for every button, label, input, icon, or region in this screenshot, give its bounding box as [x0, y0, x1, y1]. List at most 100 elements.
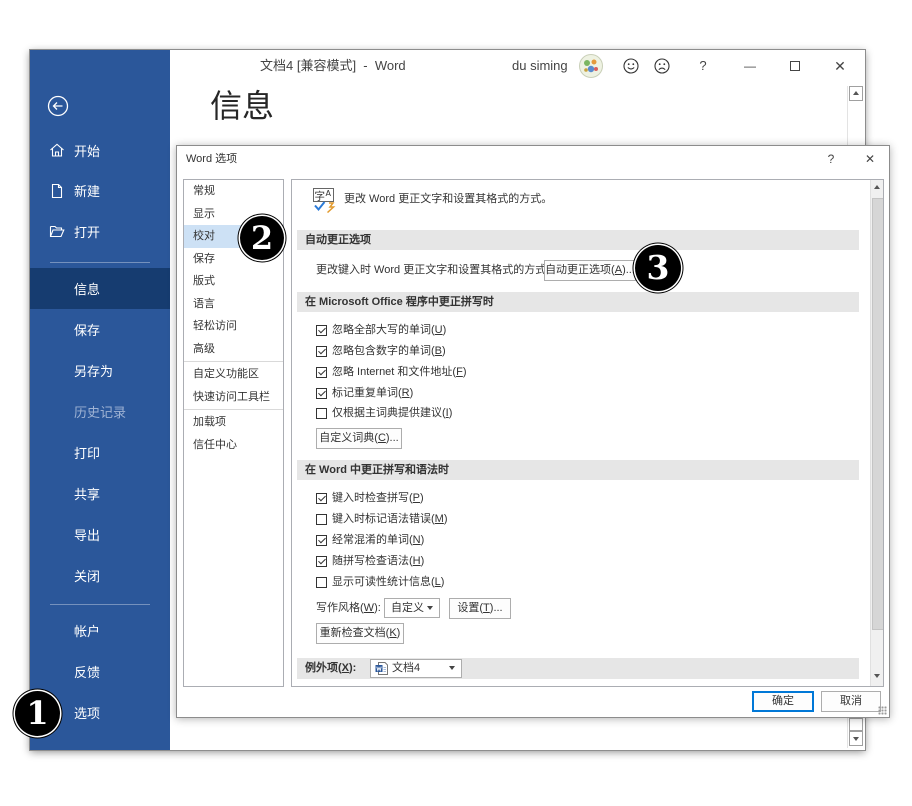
- checkbox-label: 经常混淆的单词(N): [332, 534, 425, 546]
- callout-badge-3: 3: [635, 245, 681, 291]
- dialog-help-button[interactable]: ?: [823, 151, 839, 167]
- options-scrollbar[interactable]: [870, 180, 883, 686]
- option-confused-words[interactable]: 经常混淆的单词(N): [316, 532, 616, 548]
- cancel-button[interactable]: 取消: [821, 691, 881, 712]
- option-flag-repeated-words[interactable]: 标记重复单词(R): [316, 385, 616, 401]
- frown-icon[interactable]: [654, 58, 670, 74]
- backstage-share[interactable]: 共享: [30, 473, 170, 514]
- autocorrect-description: 更改键入时 Word 更正文字和设置其格式的方式:: [316, 264, 550, 276]
- proofing-icon: 字 A: [313, 188, 336, 213]
- window-title: 文档4 [兼容模式] - Word: [260, 58, 406, 73]
- callout-badge-1: 1: [15, 691, 60, 736]
- category-accessibility[interactable]: 轻松访问: [184, 315, 283, 338]
- backstage-sidebar: 开始 新建 打开 信息 保存 另存为 历史记录 打印 共享 导出 关闭 帐户 反…: [30, 50, 170, 750]
- user-name[interactable]: du siming: [512, 58, 568, 74]
- checkbox[interactable]: [316, 407, 327, 419]
- category-language[interactable]: 语言: [184, 293, 283, 316]
- option-main-dictionary-only[interactable]: 仅根据主词典提供建议(I): [316, 405, 616, 421]
- checkbox[interactable]: [316, 345, 327, 357]
- option-check-spelling-as-you-type[interactable]: 键入时检查拼写(P): [316, 490, 616, 506]
- scroll-down-button[interactable]: [849, 731, 863, 746]
- backstage-new[interactable]: 新建: [30, 171, 170, 212]
- checkbox[interactable]: [316, 324, 327, 336]
- checkbox-label: 随拼写检查语法(H): [332, 555, 425, 567]
- backstage-save[interactable]: 保存: [30, 309, 170, 350]
- scroll-down-icon[interactable]: [874, 674, 880, 678]
- option-ignore-numbers[interactable]: 忽略包含数字的单词(B): [316, 343, 616, 359]
- category-customize-ribbon[interactable]: 自定义功能区: [184, 363, 283, 386]
- backstage-account[interactable]: 帐户: [30, 610, 170, 651]
- backstage-export[interactable]: 导出: [30, 514, 170, 555]
- backstage-export-label: 导出: [74, 528, 101, 543]
- category-advanced[interactable]: 高级: [184, 338, 283, 361]
- backstage-info[interactable]: 信息: [30, 268, 170, 309]
- sidebar-divider: [50, 262, 150, 263]
- backstage-print[interactable]: 打印: [30, 432, 170, 473]
- backstage-home[interactable]: 开始: [30, 130, 170, 171]
- autocorrect-options-button[interactable]: 自动更正选项(A)...: [544, 260, 636, 281]
- backstage-home-label: 开始: [74, 143, 101, 159]
- resize-grip[interactable]: [878, 706, 887, 715]
- exceptions-label: 例外项(X):: [305, 662, 357, 674]
- option-check-grammar-with-spelling[interactable]: 随拼写检查语法(H): [316, 553, 616, 569]
- custom-dictionaries-button[interactable]: 自定义词典(C)...: [316, 428, 402, 449]
- callout-badge-2: 2: [240, 216, 284, 260]
- minimize-button[interactable]: —: [740, 56, 760, 76]
- checkbox-label: 忽略全部大写的单词(U): [332, 324, 447, 336]
- category-trust-center[interactable]: 信任中心: [184, 434, 283, 457]
- backstage-save-as[interactable]: 另存为: [30, 350, 170, 391]
- backstage-feedback[interactable]: 反馈: [30, 651, 170, 692]
- backstage-account-label: 帐户: [74, 624, 101, 639]
- category-separator: [184, 361, 283, 362]
- help-button[interactable]: ?: [693, 56, 713, 76]
- category-general[interactable]: 常规: [184, 180, 283, 203]
- ok-button[interactable]: 确定: [752, 691, 814, 712]
- exceptions-document-value: 文档4: [392, 662, 421, 674]
- home-icon: [50, 143, 64, 157]
- category-quick-access-toolbar[interactable]: 快速访问工具栏: [184, 386, 283, 409]
- checkbox[interactable]: [316, 555, 327, 567]
- option-mark-grammar-errors[interactable]: 键入时标记语法错误(M): [316, 511, 616, 527]
- backstage-save-as-label: 另存为: [74, 364, 114, 379]
- backstage-nav-top: 开始 新建 打开: [30, 130, 170, 252]
- writing-style-value: 自定义: [391, 602, 424, 614]
- exceptions-document-select[interactable]: 文档4: [370, 659, 462, 678]
- back-button[interactable]: [47, 95, 69, 117]
- maximize-icon[interactable]: [790, 61, 800, 71]
- scroll-thumb[interactable]: [872, 198, 883, 630]
- backstage-close[interactable]: 关闭: [30, 555, 170, 596]
- close-button[interactable]: ✕: [830, 56, 850, 76]
- checkbox[interactable]: [316, 387, 327, 399]
- category-add-ins[interactable]: 加载项: [184, 411, 283, 434]
- backstage-open[interactable]: 打开: [30, 211, 170, 252]
- dialog-close-button[interactable]: ✕: [862, 151, 878, 167]
- option-readability-statistics[interactable]: 显示可读性统计信息(L): [316, 574, 616, 590]
- section-office-spelling: 在 Microsoft Office 程序中更正拼写时: [297, 292, 859, 312]
- category-layout[interactable]: 版式: [184, 270, 283, 293]
- recheck-document-button[interactable]: 重新检查文档(K): [316, 623, 404, 644]
- writing-style-label: 写作风格(W):: [316, 602, 381, 614]
- scroll-up-icon[interactable]: [874, 185, 880, 189]
- checkbox[interactable]: [316, 366, 327, 378]
- checkbox-label: 忽略 Internet 和文件地址(F): [332, 366, 467, 378]
- checkbox[interactable]: [316, 534, 327, 546]
- option-ignore-uppercase[interactable]: 忽略全部大写的单词(U): [316, 322, 616, 338]
- checkbox-label: 标记重复单词(R): [332, 387, 414, 399]
- section-autocorrect: 自动更正选项: [297, 230, 859, 250]
- checkbox[interactable]: [316, 576, 327, 588]
- backstage-nav-main: 信息 保存 另存为 历史记录 打印 共享 导出 关闭: [30, 268, 170, 596]
- smile-icon[interactable]: [623, 58, 639, 74]
- checkbox[interactable]: [316, 513, 327, 525]
- option-ignore-internet-addresses[interactable]: 忽略 Internet 和文件地址(F): [316, 364, 616, 380]
- proofing-icon-glyph: 字: [315, 190, 326, 203]
- checkbox[interactable]: [316, 492, 327, 504]
- user-avatar[interactable]: [579, 54, 603, 78]
- writing-style-settings-button[interactable]: 设置(T)...: [449, 598, 511, 619]
- section-word-spelling-grammar: 在 Word 中更正拼写和语法时: [297, 460, 859, 480]
- section-exceptions: 例外项(X): 文档4: [297, 658, 859, 679]
- scroll-up-button[interactable]: [849, 86, 863, 101]
- writing-style-select[interactable]: 自定义: [384, 598, 440, 618]
- checkbox-label: 忽略包含数字的单词(B): [332, 345, 446, 357]
- back-arrow-icon: [47, 95, 69, 117]
- new-document-icon: [51, 183, 63, 198]
